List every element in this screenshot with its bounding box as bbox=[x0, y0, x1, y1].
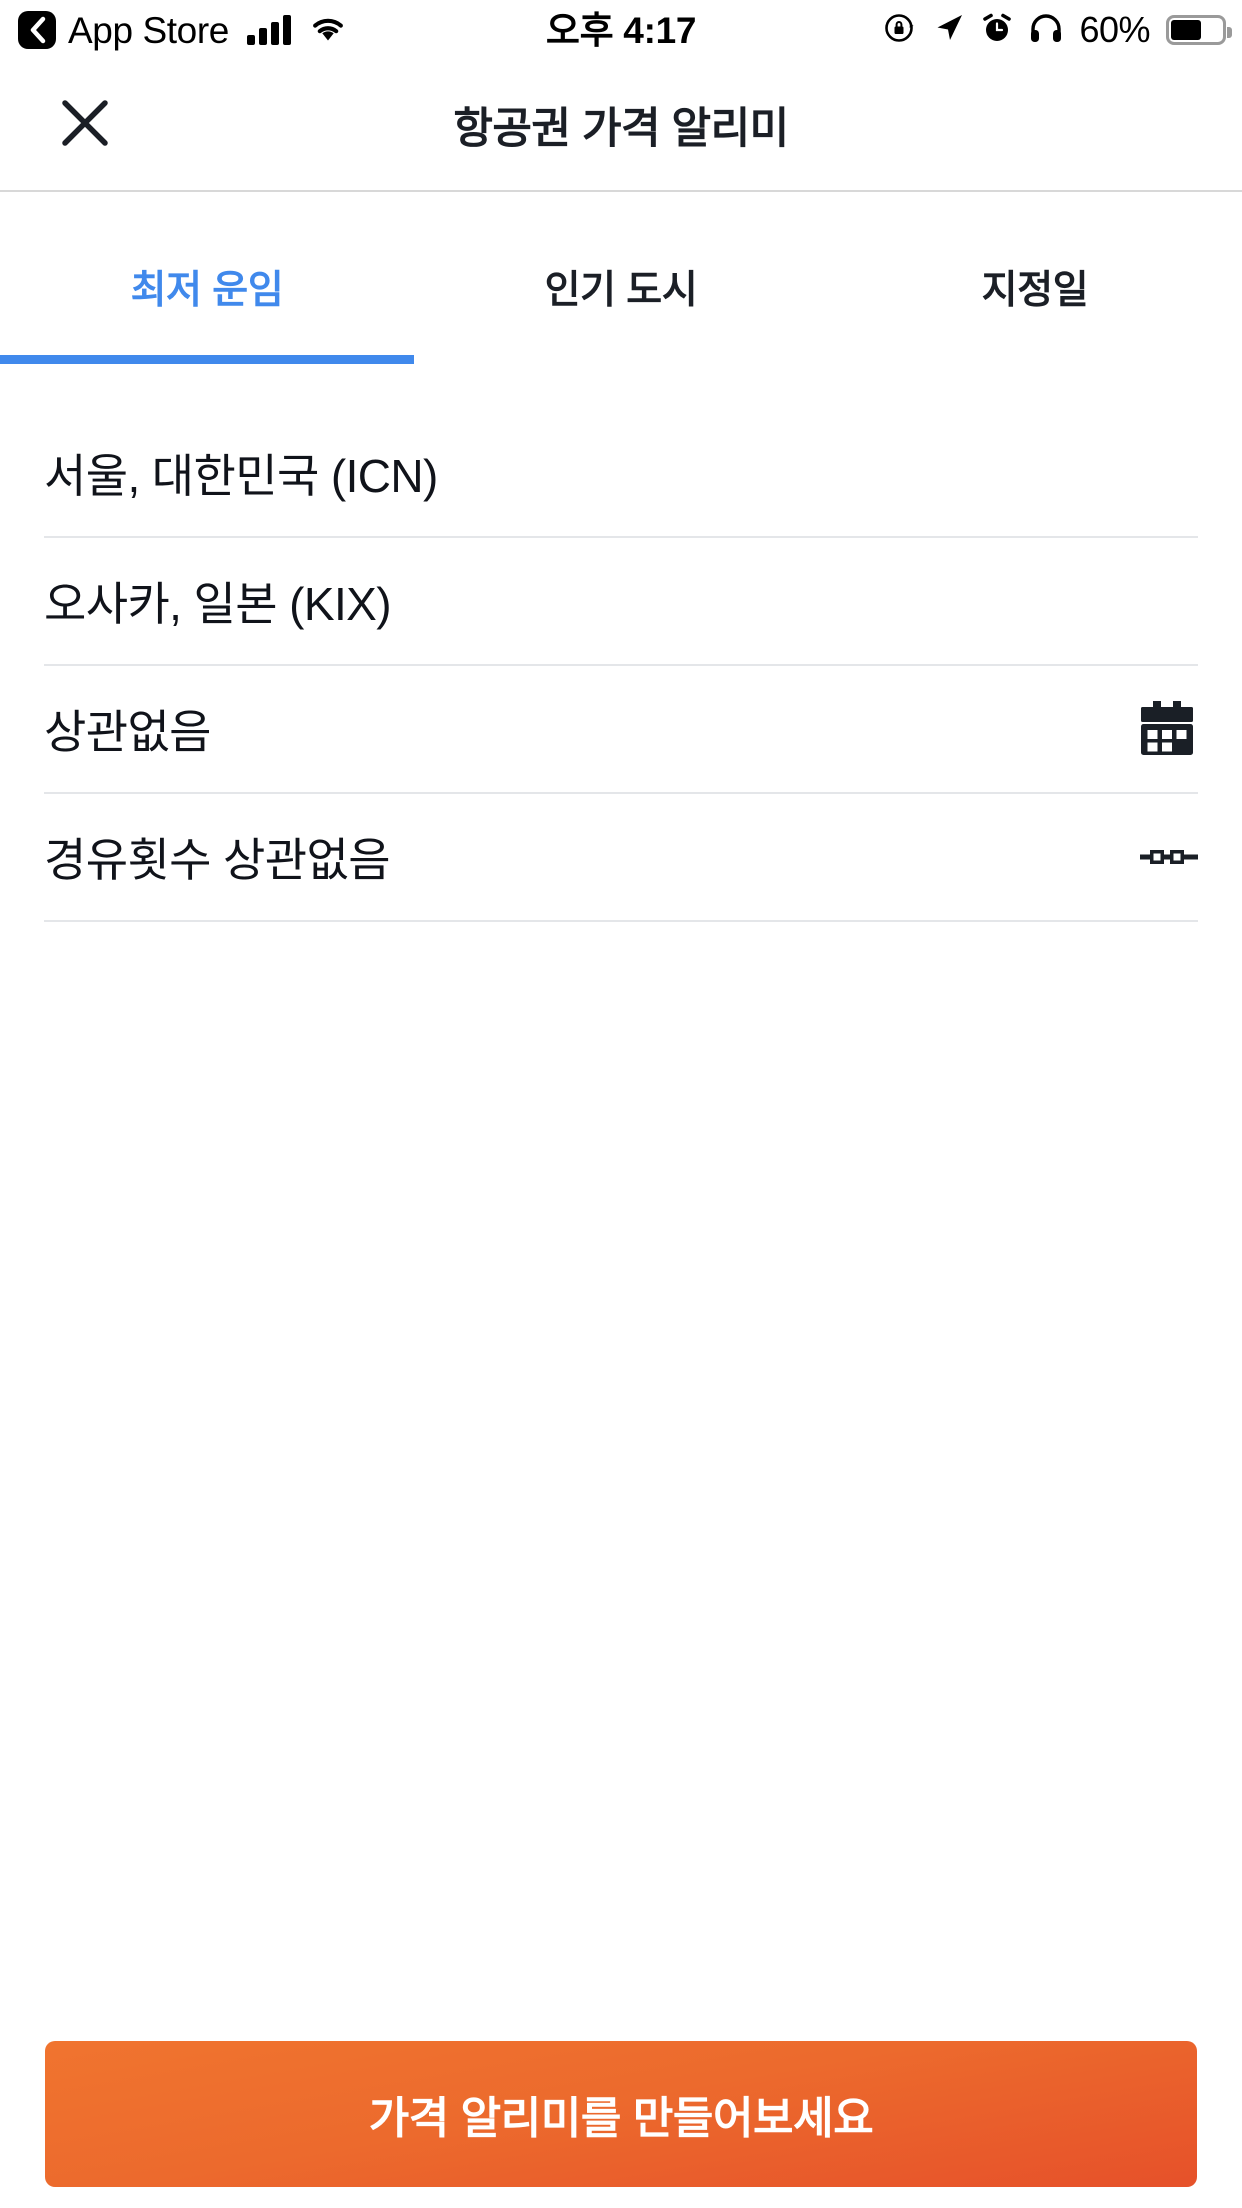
app-screen: App Store 오후 4:17 60% 항공권 가격 알리미 최저 운임 인… bbox=[0, 0, 1242, 2208]
destination-row[interactable]: 오사카, 일본 (KIX) bbox=[44, 538, 1198, 666]
tab-label: 지정일 bbox=[981, 269, 1089, 312]
date-value: 상관없음 bbox=[44, 706, 211, 758]
tab-specific-date[interactable]: 지정일 bbox=[828, 194, 1242, 364]
page-title: 항공권 가격 알리미 bbox=[453, 105, 789, 153]
tab-popular-cities[interactable]: 인기 도시 bbox=[414, 194, 828, 364]
tab-lowest-fare[interactable]: 최저 운임 bbox=[0, 194, 414, 364]
cta-footer: 가격 알리미를 만들어보세요 bbox=[0, 2020, 1242, 2208]
stops-value: 경유횟수 상관없음 bbox=[44, 834, 391, 886]
alarm-clock-icon bbox=[981, 12, 1013, 49]
stops-icon[interactable] bbox=[1118, 846, 1198, 868]
headphones-icon bbox=[1029, 13, 1063, 48]
nav-header: 항공권 가격 알리미 bbox=[0, 60, 1242, 192]
origin-value: 서울, 대한민국 (ICN) bbox=[44, 450, 438, 502]
rotation-lock-icon bbox=[883, 11, 917, 50]
location-arrow-icon bbox=[933, 12, 965, 49]
create-price-alert-button[interactable]: 가격 알리미를 만들어보세요 bbox=[45, 2041, 1197, 2187]
tab-label: 인기 도시 bbox=[544, 269, 698, 312]
battery-icon bbox=[1166, 15, 1232, 45]
alert-form: 서울, 대한민국 (ICN) 오사카, 일본 (KIX) 상관없음 경유횟수 상… bbox=[0, 410, 1242, 922]
tab-label: 최저 운임 bbox=[130, 269, 284, 312]
close-button[interactable] bbox=[50, 90, 120, 160]
close-icon bbox=[55, 93, 115, 158]
calendar-icon[interactable] bbox=[1118, 698, 1198, 760]
status-bar-right: 60% bbox=[883, 9, 1232, 50]
tab-bar: 최저 운임 인기 도시 지정일 bbox=[0, 194, 1242, 364]
battery-percent-label: 60% bbox=[1079, 9, 1150, 50]
destination-value: 오사카, 일본 (KIX) bbox=[44, 578, 392, 630]
date-row[interactable]: 상관없음 bbox=[44, 666, 1198, 794]
origin-row[interactable]: 서울, 대한민국 (ICN) bbox=[44, 410, 1198, 538]
stops-row[interactable]: 경유횟수 상관없음 bbox=[44, 794, 1198, 922]
status-bar: App Store 오후 4:17 60% bbox=[0, 0, 1242, 60]
tab-active-underline bbox=[0, 355, 414, 364]
